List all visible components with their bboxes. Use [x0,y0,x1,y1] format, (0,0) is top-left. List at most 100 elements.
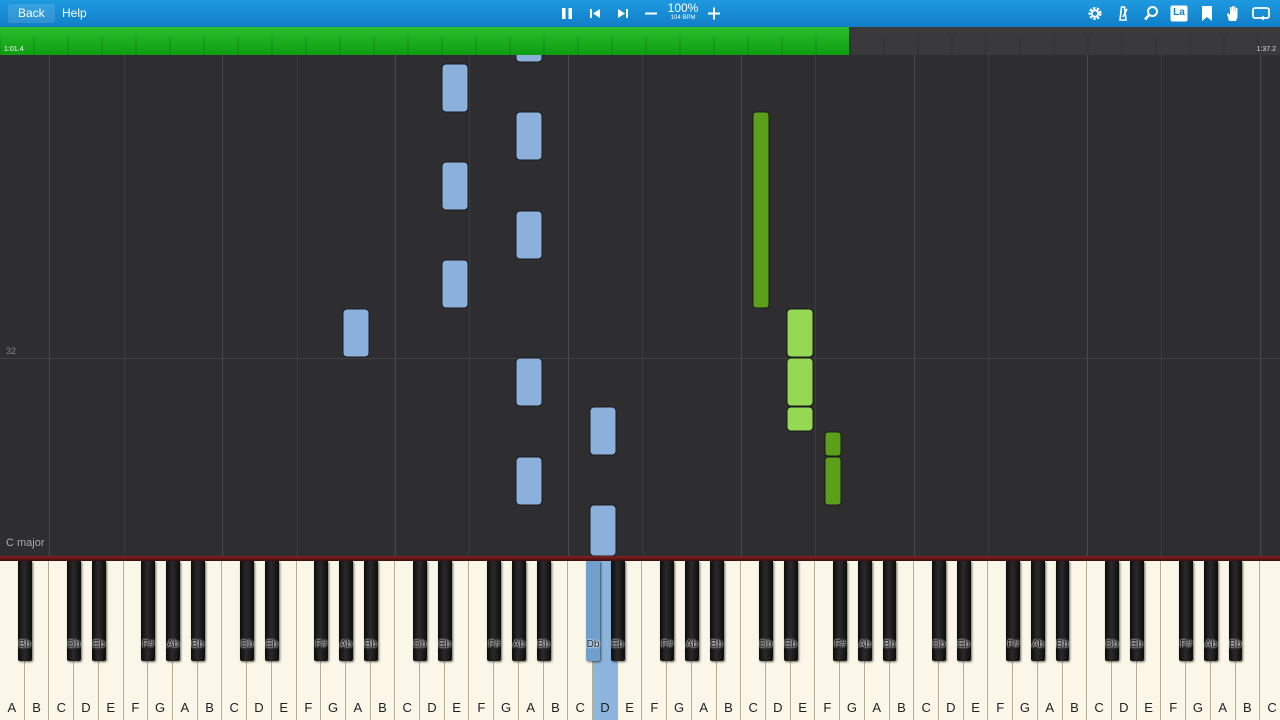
tempo-percent: 100% [667,1,699,15]
plus-icon [708,7,720,20]
black-key[interactable]: Eb [610,561,625,661]
faster-button[interactable] [703,3,725,24]
black-key[interactable]: F# [487,561,502,661]
note-right-hand [824,456,842,506]
key-label: B [378,700,387,715]
key-label: Bb [1229,639,1242,650]
black-key[interactable]: Bb [190,561,205,661]
magnifier-icon [1144,6,1158,21]
key-label: Eb [784,639,797,650]
metronome-button[interactable] [1112,3,1134,24]
current-time: 1:01.4 [4,46,24,53]
black-key[interactable]: F# [833,561,848,661]
black-key[interactable]: Db [240,561,254,661]
black-key[interactable]: Eb [264,561,279,661]
black-key[interactable]: Bb [536,561,551,661]
key-label: Ab [685,639,698,650]
next-button[interactable] [612,3,634,24]
key-label: E [798,700,807,715]
key-label: D [946,700,956,715]
key-label: F# [142,639,155,650]
note-right-hand [752,111,770,309]
black-key[interactable]: Eb [437,561,452,661]
pause-button[interactable] [556,3,578,24]
note-right-hand [786,357,814,407]
black-key[interactable]: Eb [783,561,798,661]
measure-number: 32 [6,346,17,356]
previous-button[interactable] [584,3,606,24]
black-key[interactable]: F# [660,561,675,661]
key-label: Ab [166,639,180,650]
key-label: Bb [18,639,31,650]
key-label: B [205,700,214,715]
black-key[interactable]: Bb [1228,561,1243,661]
black-key[interactable]: Db [1105,561,1119,661]
key-label: G [155,700,166,715]
black-key[interactable]: Eb [1129,561,1144,661]
key-signature: C major [6,537,45,549]
black-key[interactable]: Eb [956,561,971,661]
black-key[interactable]: Bb [1055,561,1070,661]
black-key[interactable]: Ab [512,561,526,661]
black-key[interactable]: F# [314,561,329,661]
key-label: F [131,700,140,715]
note-left-hand [515,111,543,161]
black-key[interactable]: Ab [1203,561,1218,661]
help-button[interactable]: Help [52,4,97,23]
song-progress-bar[interactable]: 1:01.4 1:37.2 [0,27,1280,55]
loop-button[interactable] [1250,3,1272,24]
key-label: Ab [339,639,353,650]
bookmark-button[interactable] [1196,3,1218,24]
key-label: E [106,700,116,715]
black-key[interactable]: Ab [166,561,180,661]
note-right-hand [824,431,842,457]
note-labels-button[interactable]: La [1168,3,1190,24]
black-key[interactable]: F# [141,561,156,661]
key-label: B [1070,700,1079,715]
black-key[interactable]: Eb [91,561,106,661]
black-key[interactable]: Db [67,561,82,661]
settings-button[interactable] [1084,3,1106,24]
key-label: G [846,700,858,715]
key-label: F [996,700,1005,715]
falling-notes-area[interactable]: 32 C major [0,55,1280,556]
black-key[interactable]: Bb [709,561,724,661]
key-label: F [1169,700,1178,715]
black-key[interactable]: F# [1179,561,1193,661]
key-label: A [180,700,190,715]
key-label: Db [240,639,254,650]
back-button[interactable]: Back [8,4,55,23]
key-label: E [279,700,288,715]
black-key[interactable]: Ab [339,561,353,661]
key-label: Db [413,639,427,650]
slower-button[interactable] [640,3,662,24]
black-key[interactable]: Bb [363,561,378,661]
black-key[interactable]: Ab [1030,561,1045,661]
key-label: Db [759,639,773,650]
key-label: Eb [1130,639,1143,650]
key-label: Db [67,639,81,650]
key-label: D [773,700,783,715]
hands-button[interactable] [1222,3,1244,24]
key-label: Eb [265,639,278,650]
note-label-text: La [1173,7,1185,18]
black-key[interactable]: Bb [17,561,32,661]
loop-icon [1252,7,1270,21]
key-label: E [625,700,634,715]
key-label: A [699,700,709,715]
black-key[interactable]: Db [932,561,946,661]
key-label: F [823,700,832,715]
piano-keyboard[interactable]: ABCDEFGABCDEFGABCDEFGABCDEFGABCDEFGABCDE… [0,561,1280,720]
black-key[interactable]: Ab [684,561,699,661]
black-key[interactable]: Ab [857,561,872,661]
black-key[interactable]: F# [1006,561,1021,661]
black-key[interactable]: Bb [882,561,897,661]
black-key[interactable]: Db [586,561,600,661]
black-key[interactable]: Db [413,561,427,661]
key-label: Db [932,639,946,650]
key-label: E [452,700,461,715]
black-key[interactable]: Db [759,561,773,661]
white-key[interactable]: C [1260,561,1280,720]
key-label: A [1045,700,1055,715]
search-button[interactable] [1140,3,1162,24]
